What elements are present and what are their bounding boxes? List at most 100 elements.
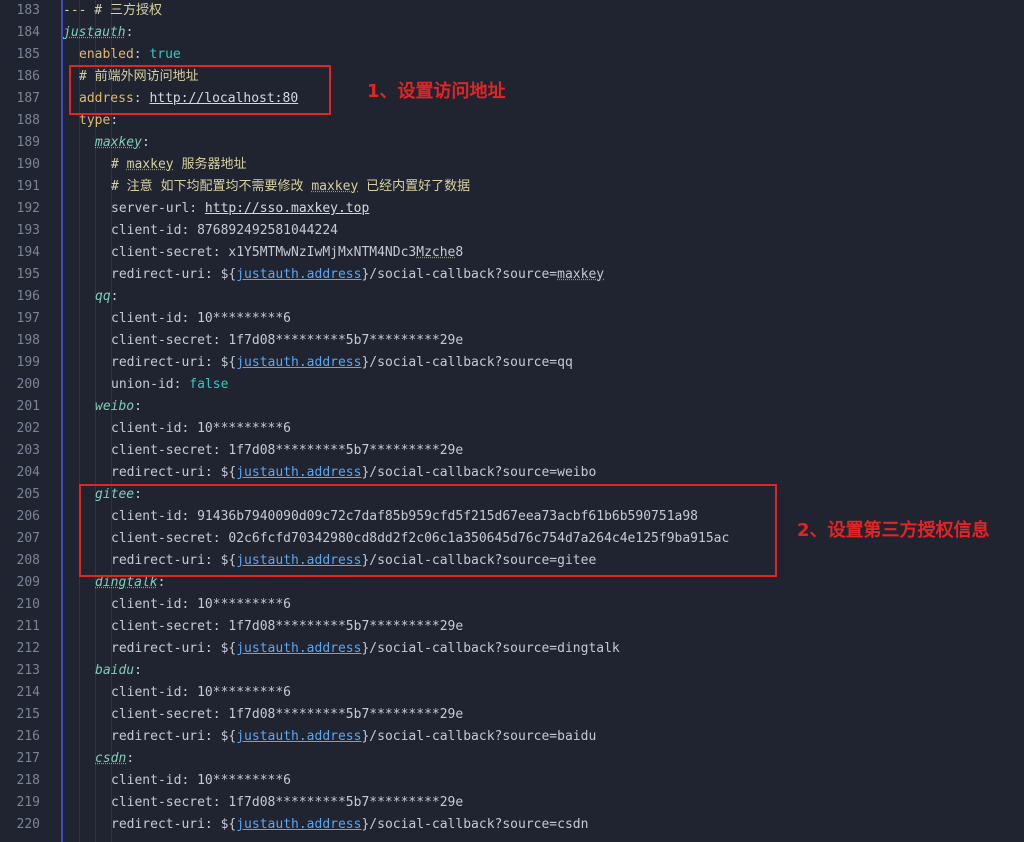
code-line[interactable]: 199 redirect-uri: ${justauth.address}/soc… [0, 352, 1024, 374]
code-token: maxkey [311, 179, 359, 194]
code-token: }/social-callback?source=csdn [361, 817, 589, 832]
code-editor[interactable]: 183 --- # 三方授权 184 justauth: 185 enabled: tru… [0, 0, 1024, 842]
code-text: weibo: [95, 396, 142, 418]
code-text: csdn: [95, 748, 134, 770]
code-line[interactable]: 219 client-secret: 1f7d08*********5b7****… [0, 792, 1024, 814]
line-number: 198 [16, 333, 40, 348]
line-number: 201 [16, 399, 40, 414]
code-token: maxkey [557, 267, 605, 282]
code-token: }/social-callback?source= [361, 267, 558, 282]
code-line[interactable]: 184 justauth: [0, 22, 1024, 44]
line-number: 200 [16, 377, 40, 392]
code-line[interactable]: 220 redirect-uri: ${justauth.address}/soc… [0, 814, 1024, 836]
code-token: csdn [95, 751, 127, 766]
code-line[interactable]: 185 enabled: true [0, 44, 1024, 66]
code-text: client-id: 10*********6 [111, 770, 291, 792]
code-token: redirect-uri: ${ [111, 817, 237, 832]
code-text: client-secret: x1Y5MTMwNzIwMjMxNTM4NDc3M… [111, 242, 463, 264]
line-number: 218 [16, 773, 40, 788]
code-text: redirect-uri: ${justauth.address}/social… [111, 814, 588, 836]
code-token: client-secret: 1f7d08*********5b7*******… [111, 795, 464, 810]
annotation-set-oauth: 2、设置第三方授权信息 [797, 520, 990, 541]
line-number: 186 [16, 69, 40, 84]
code-line[interactable]: 213 baidu: [0, 660, 1024, 682]
code-line[interactable]: 210 client-id: 10*********6 [0, 594, 1024, 616]
code-text: justauth: [63, 22, 133, 44]
line-number: 199 [16, 355, 40, 370]
code-text: redirect-uri: ${justauth.address}/social… [111, 638, 620, 660]
code-line[interactable]: 192 server-url: http://sso.maxkey.top [0, 198, 1024, 220]
code-token: redirect-uri: ${ [111, 267, 237, 282]
code-token: # [111, 157, 127, 172]
line-number: 192 [16, 201, 40, 216]
code-token: : [110, 113, 119, 128]
code-line[interactable]: 217 csdn: [0, 748, 1024, 770]
code-line[interactable]: 215 client-secret: 1f7d08*********5b7****… [0, 704, 1024, 726]
code-line[interactable]: 198 client-secret: 1f7d08*********5b7****… [0, 330, 1024, 352]
code-line[interactable]: 200 union-id: false [0, 374, 1024, 396]
code-line[interactable]: 189 maxkey: [0, 132, 1024, 154]
code-line[interactable]: 212 redirect-uri: ${justauth.address}/soc… [0, 638, 1024, 660]
code-text: client-secret: 1f7d08*********5b7*******… [111, 330, 463, 352]
code-line[interactable]: 194 client-secret: x1Y5MTMwNzIwMjMxNTM4ND… [0, 242, 1024, 264]
code-line[interactable]: 183 --- # 三方授权 [0, 0, 1024, 22]
code-line[interactable]: 216 redirect-uri: ${justauth.address}/soc… [0, 726, 1024, 748]
code-token: dingtalk [95, 575, 158, 590]
code-token: # 注意 如下均配置均不需要修改 [111, 179, 312, 194]
line-number: 194 [16, 245, 40, 260]
code-text: client-id: 10*********6 [111, 308, 291, 330]
code-token: : [110, 289, 119, 304]
code-line[interactable]: 203 client-secret: 1f7d08*********5b7****… [0, 440, 1024, 462]
code-text: baidu: [95, 660, 142, 682]
code-text: client-id: 10*********6 [111, 594, 291, 616]
code-text: enabled: true [79, 44, 181, 66]
code-token: justauth [63, 25, 126, 40]
code-line[interactable]: 214 client-id: 10*********6 [0, 682, 1024, 704]
line-number: 204 [16, 465, 40, 480]
line-number: 220 [16, 817, 40, 832]
line-number: 187 [16, 91, 40, 106]
code-text: redirect-uri: ${justauth.address}/social… [111, 352, 573, 374]
code-text: maxkey: [95, 132, 150, 154]
code-token: justauth.address [236, 729, 362, 744]
code-token: justauth.address [236, 267, 362, 282]
code-token: }/social-callback?source=baidu [361, 729, 597, 744]
code-token: client-secret: 1f7d08*********5b7*******… [111, 333, 464, 348]
code-line[interactable]: 195 redirect-uri: ${justauth.address}/soc… [0, 264, 1024, 286]
code-text: client-id: 10*********6 [111, 682, 291, 704]
line-number: 212 [16, 641, 40, 656]
code-token: client-id: 876892492581044224 [111, 223, 338, 238]
code-line[interactable]: 202 client-id: 10*********6 [0, 418, 1024, 440]
line-number: 214 [16, 685, 40, 700]
code-text: server-url: http://sso.maxkey.top [111, 198, 369, 220]
code-line[interactable]: 191 # 注意 如下均配置均不需要修改 maxkey 已经内置好了数据 [0, 176, 1024, 198]
line-number: 185 [16, 47, 40, 62]
code-text: redirect-uri: ${justauth.address}/social… [111, 462, 596, 484]
code-token: weibo [95, 399, 135, 414]
highlight-box-address [69, 65, 331, 115]
line-number: 196 [16, 289, 40, 304]
code-line[interactable]: 190 # maxkey 服务器地址 [0, 154, 1024, 176]
line-number: 216 [16, 729, 40, 744]
line-number: 211 [16, 619, 40, 634]
line-number: 213 [16, 663, 40, 678]
code-token: client-id: 10*********6 [111, 311, 292, 326]
code-line[interactable]: 204 redirect-uri: ${justauth.address}/soc… [0, 462, 1024, 484]
code-line[interactable]: 218 client-id: 10*********6 [0, 770, 1024, 792]
line-number: 195 [16, 267, 40, 282]
code-line[interactable]: 201 weibo: [0, 396, 1024, 418]
code-text: union-id: false [111, 374, 228, 396]
code-token: redirect-uri: ${ [111, 355, 237, 370]
code-line[interactable]: 193 client-id: 876892492581044224 [0, 220, 1024, 242]
highlight-box-gitee [79, 484, 777, 577]
code-line[interactable]: 211 client-secret: 1f7d08*********5b7****… [0, 616, 1024, 638]
code-line[interactable]: 196 qq: [0, 286, 1024, 308]
code-text: client-secret: 1f7d08*********5b7*******… [111, 792, 463, 814]
code-token: justauth.address [236, 355, 362, 370]
code-line[interactable]: 197 client-id: 10*********6 [0, 308, 1024, 330]
code-token: : [125, 25, 134, 40]
code-token: client-secret: 1f7d08*********5b7*******… [111, 707, 464, 722]
code-token: : [134, 663, 142, 678]
code-token: client-id: 10*********6 [111, 773, 292, 788]
code-token: Mzche [416, 245, 456, 260]
